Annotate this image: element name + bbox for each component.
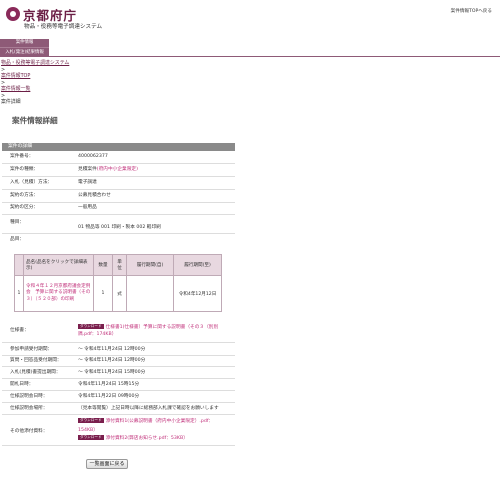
row-divider xyxy=(2,402,235,403)
case-type-value: 見積案件(府内中小企業限定) xyxy=(78,167,138,173)
table-header-name: 品名(品名をクリックで詳細表示) xyxy=(23,254,94,276)
category-label: 種目： xyxy=(10,220,25,225)
row-divider xyxy=(2,233,235,234)
contract-method-label: 契約の方法： xyxy=(10,193,39,198)
case-type-text: 見積案件 xyxy=(78,167,97,172)
briefing-date-label: 仕様説明会日時： xyxy=(10,394,48,399)
bid-submission-value: ～ 令和4年11月24日 15時00分 xyxy=(78,370,146,375)
specs-file-entry: ダウンロード 仕様書1(仕様書）予算に関する説明書（その３（別別隅.pdf：174… xyxy=(78,324,236,338)
item-label: 品目： xyxy=(10,237,25,242)
application-period-value: ～ 令和4年11月24日 12時00分 xyxy=(78,347,146,352)
case-type-label: 案件の種類： xyxy=(10,167,39,172)
row-divider xyxy=(2,176,235,177)
specs-label: 仕様書： xyxy=(10,328,29,333)
table-header-no xyxy=(14,254,24,276)
bid-method-value: 電子調達 xyxy=(78,180,97,185)
row-divider xyxy=(2,390,235,391)
kyoto-seal-icon xyxy=(6,7,20,21)
case-number-label: 案件番号： xyxy=(10,154,34,159)
table-header-unit: 単位 xyxy=(112,254,127,276)
row-divider xyxy=(2,445,235,446)
item-name-link[interactable]: 令和４年１２月京都府議会定例会 予算に関する説明書（その３）（５２０部）の印刷 xyxy=(23,275,94,312)
opening-date-value: 令和4年11月24日 15時15分 xyxy=(78,382,140,387)
row-divider xyxy=(2,414,235,415)
contract-method-value: 公募見積合わせ xyxy=(78,193,111,198)
download-badge[interactable]: ダウンロード xyxy=(78,418,104,423)
table-header-from: 履行期間(自) xyxy=(126,254,174,276)
other-files-label: その他添付資料： xyxy=(10,429,48,434)
row-divider xyxy=(2,189,235,190)
row-number: 1 xyxy=(14,275,24,312)
row-divider xyxy=(2,342,235,343)
contract-class-label: 契約の区分： xyxy=(10,205,39,210)
briefing-place-label: 仕様説明会場所： xyxy=(10,406,48,411)
question-period-label: 質問・回答品受付期間： xyxy=(10,358,62,363)
bid-submission-label: 入札(見積)書提出期間： xyxy=(10,370,61,375)
breadcrumb-system[interactable]: 物品・役務等電子調達システム xyxy=(1,60,69,66)
download-badge[interactable]: ダウンロード xyxy=(78,435,104,440)
tab-case-info[interactable]: 案件情報 xyxy=(0,39,49,47)
row-unit: 式 xyxy=(112,275,127,312)
row-divider xyxy=(2,366,235,367)
system-name: 物品・役務等電子調達システム xyxy=(24,24,103,30)
other-file-1-size: 154KB） xyxy=(78,427,98,434)
case-number-value: 4000062377 xyxy=(78,154,108,159)
other-file-2: ダウンロード 添付資料2(弊店お知らせ.pdf：53KB） xyxy=(78,435,188,442)
application-period-label: 参加申請受付期間： xyxy=(10,347,53,352)
briefing-place-value: （見本等閲覧）上記日時以降に総務部入札課で確認をお願いします xyxy=(78,406,219,411)
breadcrumb-case-top[interactable]: 案件情報TOP xyxy=(1,73,30,79)
table-header-to: 履行期間(至) xyxy=(173,254,222,276)
bid-method-label: 入札（見積）方法： xyxy=(10,180,53,185)
row-to: 令和4年12月12日 xyxy=(173,275,222,312)
question-period-value: ～ 令和4年11月24日 12時00分 xyxy=(78,358,146,363)
row-divider xyxy=(2,214,235,215)
breadcrumb-case-list[interactable]: 案件情報一覧 xyxy=(1,86,30,92)
items-table: 品名(品名をクリックで詳細表示) 数量 単位 履行期間(自) 履行期間(至) 1… xyxy=(14,254,222,312)
case-type-note: (府内中小企業限定) xyxy=(96,167,138,172)
other-file-1: ダウンロード 添付資料1(公募説明書（府内中小企業限定）.pdf： xyxy=(78,418,213,425)
row-divider xyxy=(2,163,235,164)
other-file-2-link[interactable]: 添付資料2(弊店お知らせ.pdf：53KB） xyxy=(106,436,188,441)
contract-class-value: 一般用品 xyxy=(78,205,97,210)
header-divider xyxy=(0,56,500,57)
row-from xyxy=(126,275,174,312)
page-title: 案件情報詳細 xyxy=(12,116,58,125)
download-badge[interactable]: ダウンロード xyxy=(78,324,104,329)
opening-date-label: 開札日時： xyxy=(10,382,34,387)
tab-bid-results[interactable]: 入札(発注)結果情報 xyxy=(0,47,49,56)
briefing-date-value: 令和4年11月22日 09時00分 xyxy=(78,394,140,399)
other-file-1-link[interactable]: 添付資料1(公募説明書（府内中小企業限定）.pdf： xyxy=(106,419,214,424)
table-header-qty: 数量 xyxy=(93,254,113,276)
section-header: 案件の詳細 xyxy=(2,143,235,151)
row-qty: 1 xyxy=(93,275,113,312)
row-divider xyxy=(2,202,235,203)
back-to-list-button[interactable]: 一覧画面に戻る xyxy=(86,459,128,469)
table-row: 1 令和４年１２月京都府議会定例会 予算に関する説明書（その３）（５２０部）の印… xyxy=(14,275,222,312)
category-value: 01 物品等 001 印刷・製本 002 軽印刷 xyxy=(78,225,161,230)
row-divider xyxy=(2,378,235,379)
other-file-1-size-text[interactable]: 154KB） xyxy=(78,428,98,433)
back-to-top-link[interactable]: 案件情報TOPへ戻る xyxy=(451,8,492,14)
row-divider xyxy=(2,355,235,356)
breadcrumb-current: 案件詳細 xyxy=(1,99,21,105)
